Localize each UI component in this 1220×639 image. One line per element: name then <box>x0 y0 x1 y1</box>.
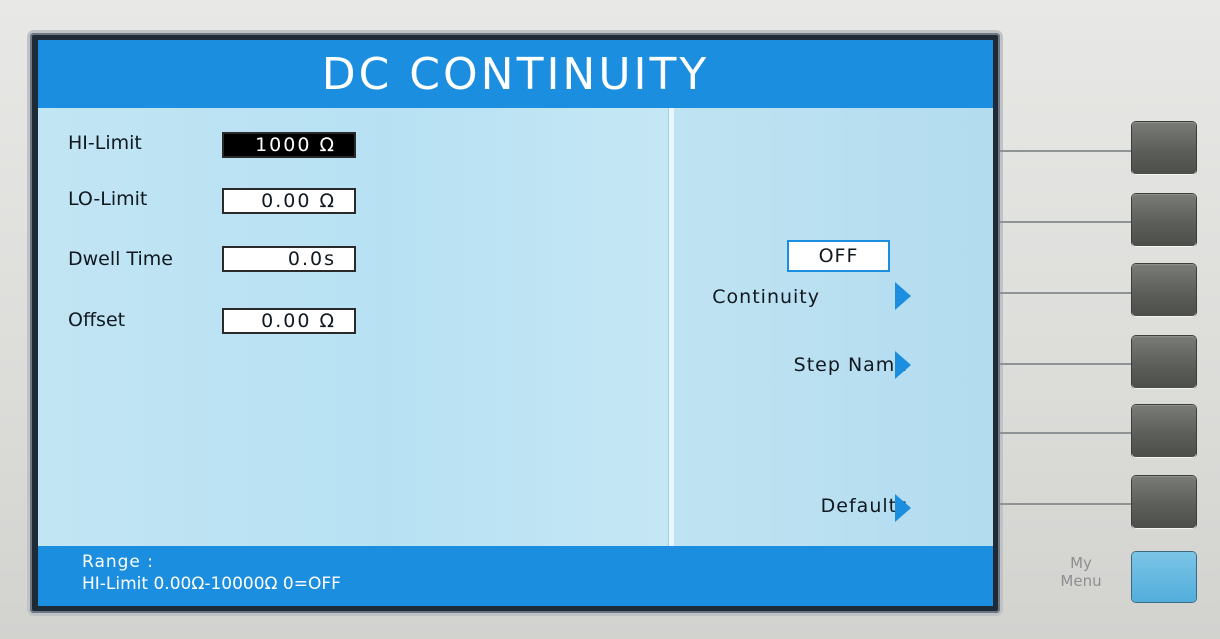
hi-limit-field[interactable]: 1000 Ω <box>222 132 356 158</box>
offset-label: Offset <box>68 309 126 331</box>
softkey-pane <box>674 108 993 546</box>
soft-key-2[interactable] <box>1132 194 1196 246</box>
softkey-line-6 <box>1000 503 1132 505</box>
soft-key-5[interactable] <box>1132 405 1196 457</box>
continuity-label: Continuity <box>712 286 820 308</box>
status-bar: Range : HI-Limit 0.00Ω-10000Ω 0=OFF <box>38 546 993 606</box>
softkey-line-2 <box>1000 221 1132 223</box>
range-heading: Range : <box>82 552 155 572</box>
defaults-arrow-icon <box>895 494 911 522</box>
hi-limit-label: HI-Limit <box>68 132 142 154</box>
soft-key-3[interactable] <box>1132 264 1196 316</box>
continuity-arrow-icon <box>895 282 911 310</box>
offset-field[interactable]: 0.00 Ω <box>222 308 356 334</box>
soft-key-6[interactable] <box>1132 476 1196 528</box>
display-screen: DC CONTINUITY HI-Limit 1000 Ω LO-Limit 0… <box>38 40 993 606</box>
lo-limit-label: LO-Limit <box>68 188 148 210</box>
softkey-line-5 <box>1000 432 1132 434</box>
my-menu-label: My Menu <box>1060 554 1102 590</box>
soft-key-1[interactable] <box>1132 122 1196 174</box>
soft-key-4[interactable] <box>1132 336 1196 388</box>
step-name-label[interactable]: Step Name <box>794 354 908 376</box>
lo-limit-field[interactable]: 0.00 Ω <box>222 188 356 214</box>
softkey-line-3 <box>1000 292 1132 294</box>
softkey-line-1 <box>1000 150 1132 152</box>
dwell-time-field[interactable]: 0.0s <box>222 246 356 272</box>
dwell-time-label: Dwell Time <box>68 248 173 270</box>
my-menu-button[interactable] <box>1132 552 1196 602</box>
screen-title: DC CONTINUITY <box>38 40 993 108</box>
step-name-arrow-icon <box>895 351 911 379</box>
continuity-value[interactable]: OFF <box>787 240 890 272</box>
softkey-line-4 <box>1000 363 1132 365</box>
range-info: HI-Limit 0.00Ω-10000Ω 0=OFF <box>82 574 341 594</box>
